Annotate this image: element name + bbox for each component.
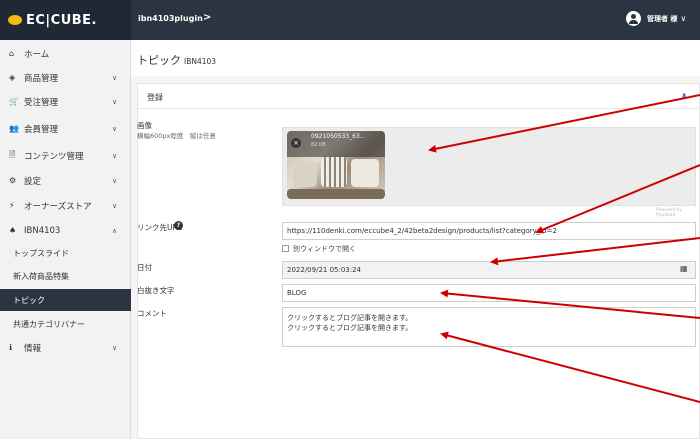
plug-icon: ⚡ [9,201,15,210]
sidebar-item-label: 会員管理 [24,124,59,135]
chevron-down-icon: ∨ [112,176,118,185]
chevron-down-icon: ∨ [680,14,687,23]
sidebar-item-info[interactable]: ℹ 情報 ∨ [0,336,131,359]
document-icon: 🗎 [9,149,16,159]
pillow-shape [321,157,347,187]
chevron-down-icon: ∨ [112,97,118,106]
date-input[interactable]: 2022/09/21 05:03:24 [282,261,696,279]
sidebar-subitem-top-slide[interactable]: トップスライド [0,242,131,264]
pillow-shape [351,159,379,187]
sidebar-item-customers[interactable]: 👥 会員管理 ∨ [0,117,131,140]
sidebar-item-contents[interactable]: 🗎 コンテンツ管理 ∨ [0,144,131,167]
chevron-down-icon: ∨ [112,343,118,352]
user-menu[interactable]: 管理者 様 ∨ [626,11,686,26]
chevron-right-icon[interactable]: > [203,12,211,23]
badge-text-input[interactable]: BLOG [282,284,696,302]
sidebar-item-label: オーナーズストア [24,201,92,212]
pillow-shape [293,161,317,187]
card-header[interactable]: 登録 ∧ [138,84,699,109]
card-title: 登録 [147,93,163,102]
sidebar-item-label: 商品管理 [24,73,59,84]
calendar-icon[interactable]: ▦ [680,264,688,273]
plugin-icon: ♠ [9,226,17,235]
page-title-text: トピック [137,54,181,67]
sidebar-subitem-label: 新入荷商品特集 [13,271,69,281]
sidebar-subitem-category-banner[interactable]: 共通カテゴリバナー [0,313,131,335]
chevron-up-icon[interactable]: ∧ [681,91,688,100]
chevron-up-icon: ∧ [112,226,118,235]
thumbnail-filename: 0921050533_63... [311,133,366,140]
image-note: 横幅600px程度 縦は任意 [137,132,216,140]
logo-coin-icon [8,15,22,25]
image-thumbnail[interactable]: × 0921050533_63... 82 KB [287,131,385,199]
chevron-down-icon: ∨ [112,201,118,210]
comment-line: クリックするとブログ記事を開きます。 [287,314,413,322]
sofa-base [287,189,385,199]
sidebar-subitem-new-arrivals[interactable]: 新入荷商品特集 [0,265,131,287]
chevron-down-icon: ∨ [112,151,118,160]
logo[interactable]: EC|CUBE. [0,0,131,40]
powered-by: Powered by Plupload [656,208,683,218]
tag-icon: ◈ [9,73,16,82]
sidebar-item-label: 受注管理 [24,97,59,108]
user-icon [626,11,641,26]
logo-text: EC|CUBE. [26,12,97,28]
sidebar-subitem-label: 共通カテゴリバナー [13,319,85,329]
sidebar-subitem-topic[interactable]: トピック [0,289,131,311]
shop-name[interactable]: ibn4103plugin [138,14,203,23]
sidebar-item-label: IBN4103 [24,225,61,236]
cart-icon: 🛒 [9,97,19,106]
sidebar-item-products[interactable]: ◈ 商品管理 ∨ [0,66,131,89]
help-icon[interactable]: ? [174,221,183,230]
sidebar-item-label: 設定 [24,176,42,187]
sidebar-item-owners-store[interactable]: ⚡ オーナーズストア ∨ [0,194,131,217]
close-icon[interactable]: × [291,138,301,148]
thumbnail-filesize: 82 KB [311,142,326,148]
top-header: EC|CUBE. ibn4103plugin > 管理者 様 ∨ [0,0,700,40]
chevron-down-icon: ∨ [112,124,118,133]
sidebar-item-settings[interactable]: ⚙ 設定 ∨ [0,169,131,192]
sidebar: ⌂ ホーム ◈ 商品管理 ∨ 🛒 受注管理 ∨ 👥 会員管理 ∨ 🗎 コンテンツ… [0,40,131,439]
comment-textarea[interactable]: クリックするとブログ記事を開きます。 クリックするとブログ記事を開きます。 [282,307,696,347]
sidebar-item-ibn4103[interactable]: ♠ IBN4103 ∧ [0,219,131,242]
page-title: トピック IBN4103 [137,52,216,68]
sidebar-subitem-label: トップスライド [13,248,69,258]
date-label: 日付 [137,263,152,272]
link-url-input[interactable]: https://110denki.com/eccube4_2/42beta2de… [282,222,696,240]
sidebar-item-home[interactable]: ⌂ ホーム [0,42,131,65]
gear-icon: ⚙ [9,176,17,185]
sidebar-item-label: ホーム [24,49,50,60]
sidebar-item-label: コンテンツ管理 [24,151,84,162]
info-icon: ℹ [9,343,13,352]
new-window-label[interactable]: 別ウィンドウで開く [293,244,356,254]
sidebar-subitem-label: トピック [13,295,45,305]
new-window-checkbox[interactable] [282,245,289,252]
badge-text-label: 白抜き文字 [137,286,175,295]
user-name: 管理者 様 [647,14,678,23]
sidebar-item-orders[interactable]: 🛒 受注管理 ∨ [0,90,131,113]
comment-line: クリックするとブログ記事を開きます。 [287,324,413,332]
page-subtitle: IBN4103 [184,57,217,66]
home-icon: ⌂ [9,49,15,58]
chevron-down-icon: ∨ [112,73,118,82]
comment-label: コメント [137,309,167,318]
sidebar-item-label: 情報 [24,343,42,354]
users-icon: 👥 [9,124,19,133]
